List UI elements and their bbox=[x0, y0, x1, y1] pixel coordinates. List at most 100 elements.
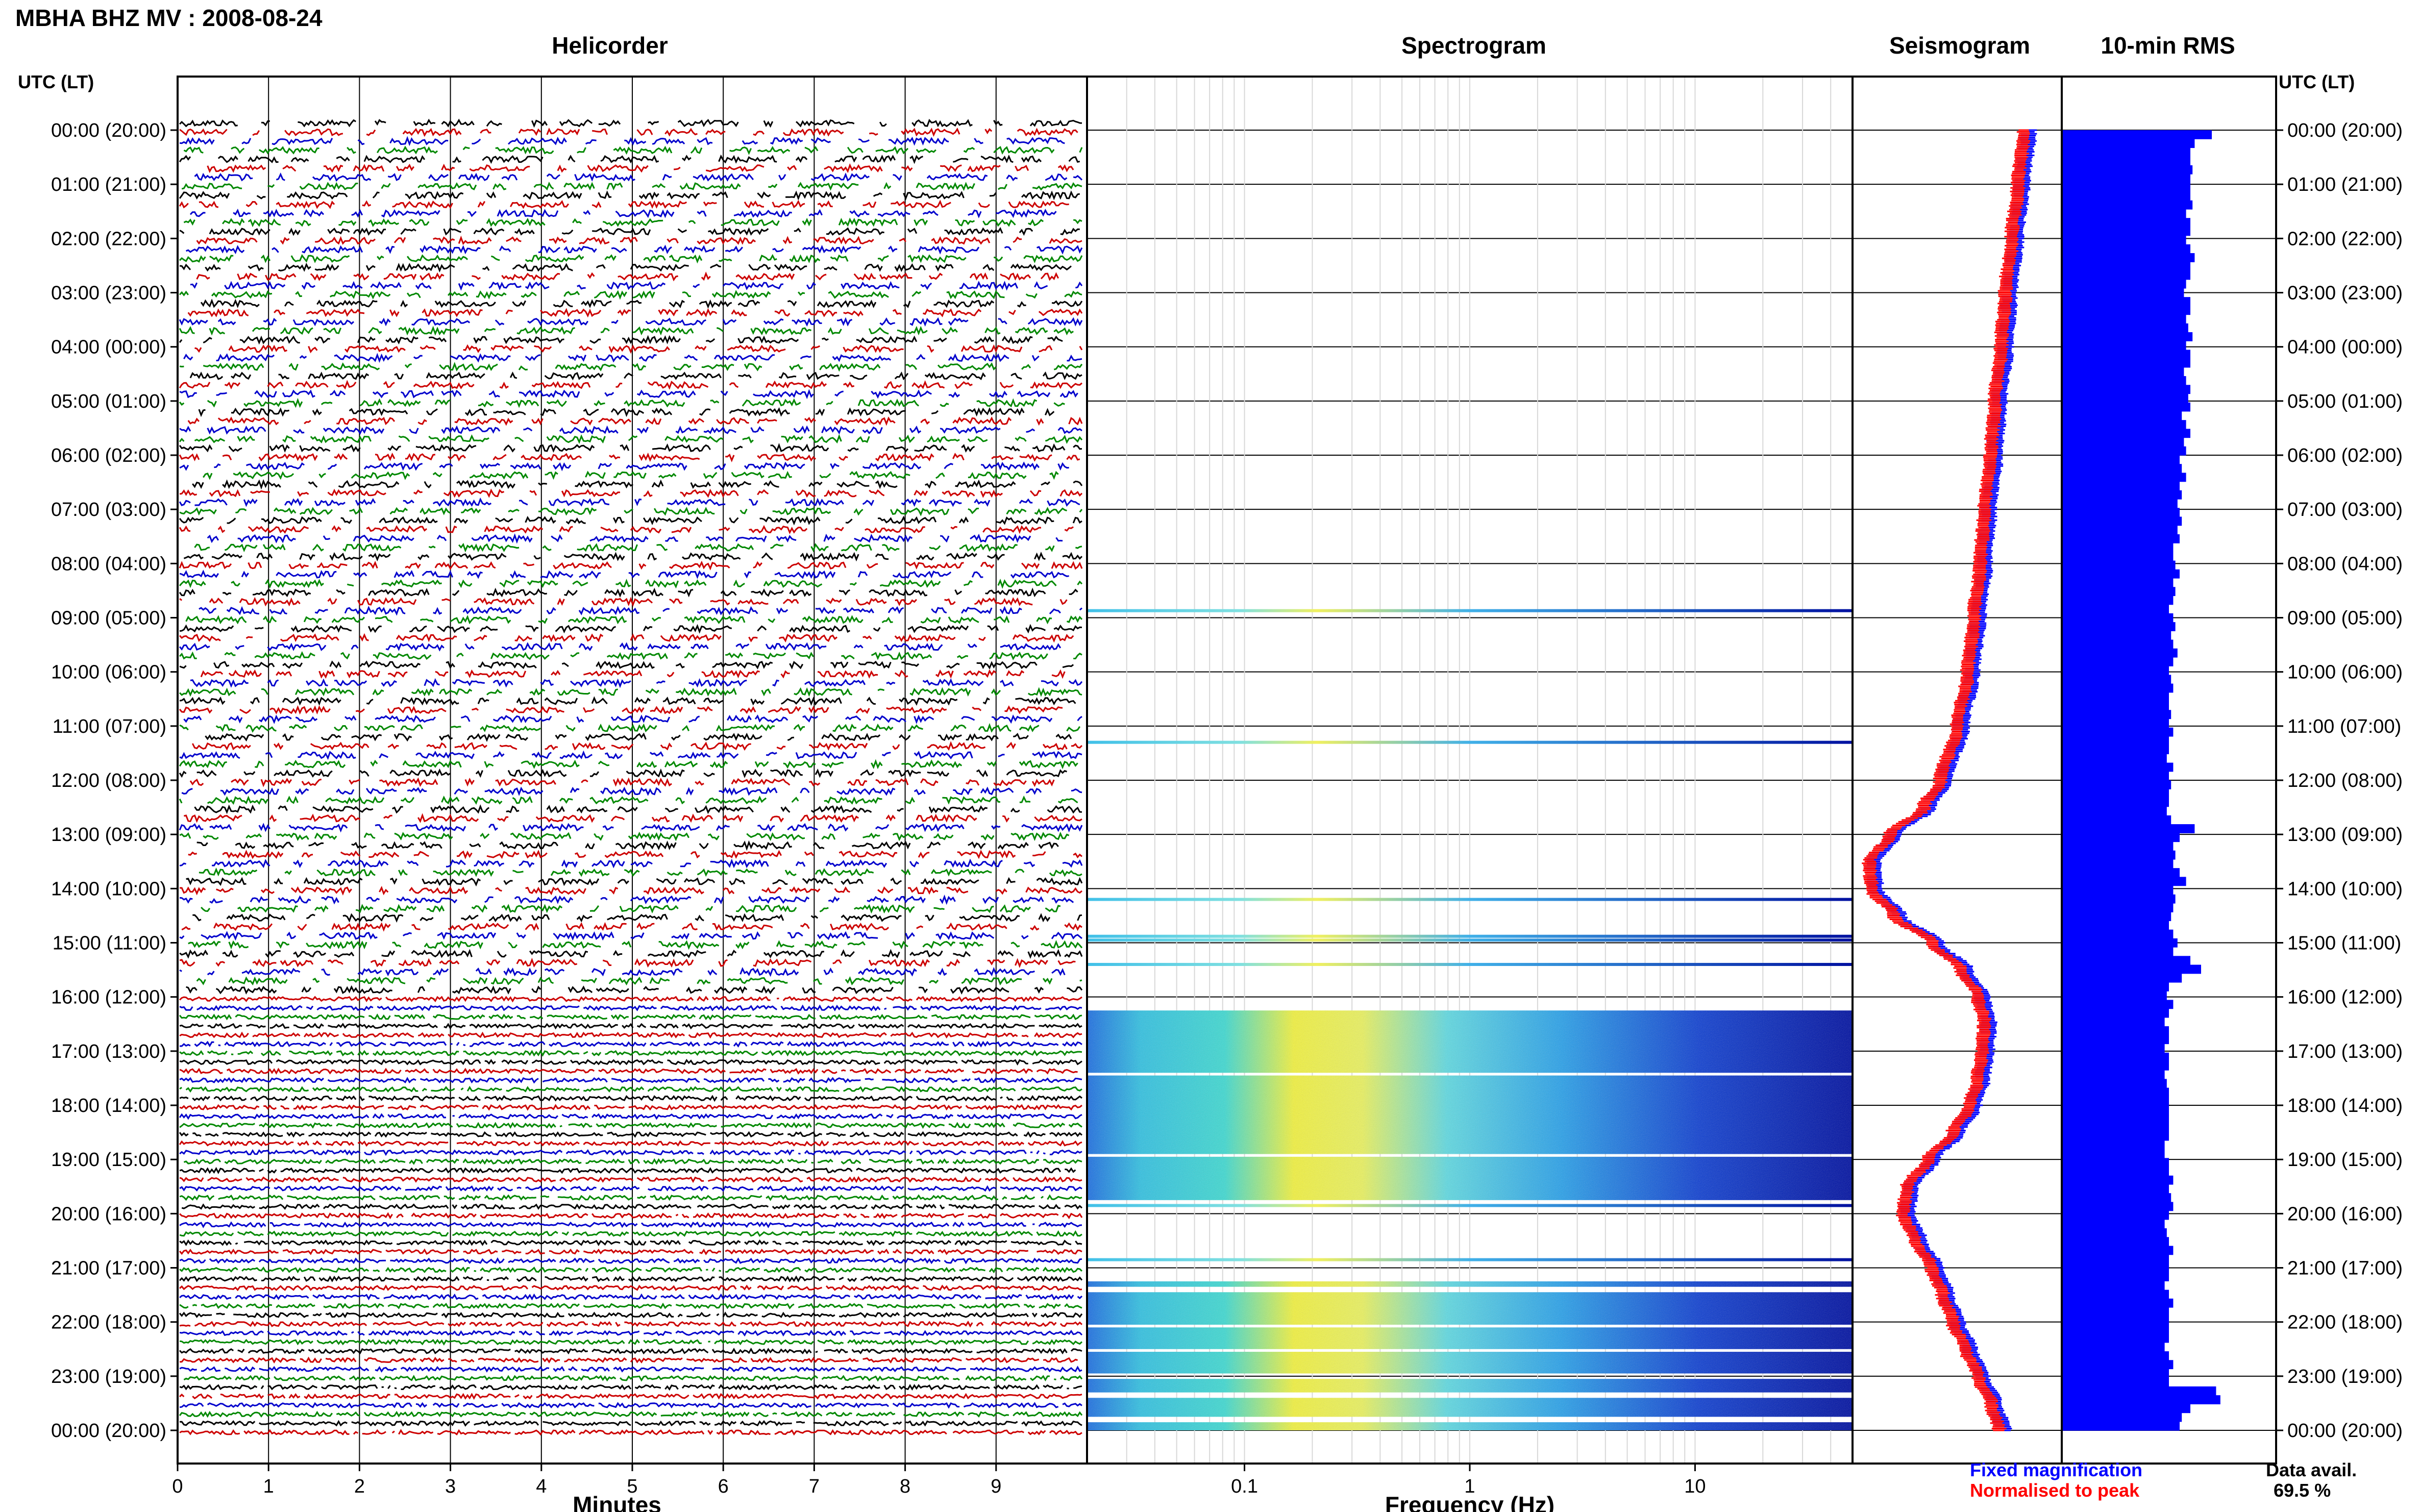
rms-bar bbox=[2062, 1114, 2169, 1124]
rms-bar bbox=[2062, 227, 2190, 236]
rms-bar bbox=[2062, 1298, 2174, 1308]
data-availability-label: Data avail. bbox=[2266, 1459, 2357, 1480]
helicorder-trace bbox=[179, 931, 1082, 941]
rms-bar bbox=[2062, 1281, 2165, 1291]
helicorder-trace bbox=[187, 416, 1083, 426]
helicorder-trace bbox=[179, 642, 1062, 652]
minute-tick-label: 0 bbox=[172, 1476, 183, 1497]
helicorder-trace bbox=[179, 795, 1078, 805]
rms-bar bbox=[2062, 1246, 2174, 1255]
helicorder-trace bbox=[179, 1058, 1082, 1066]
rms-bar bbox=[2062, 1290, 2169, 1299]
rms-bar bbox=[2062, 1158, 2169, 1168]
helicorder-trace bbox=[179, 1004, 1082, 1011]
rms-bar bbox=[2062, 560, 2176, 570]
rms-bar bbox=[2062, 130, 2212, 139]
rms-bar bbox=[2062, 1087, 2169, 1097]
hour-label-right: 01:00 (21:00) bbox=[2287, 174, 2403, 195]
rms-bar bbox=[2062, 604, 2169, 614]
rms-bar bbox=[2062, 1210, 2169, 1220]
rms-bar bbox=[2062, 1026, 2169, 1035]
helicorder-trace bbox=[179, 823, 1083, 833]
helicorder-trace bbox=[179, 362, 1083, 372]
spectrogram-band-texture bbox=[1087, 1398, 1853, 1417]
helicorder-trace bbox=[200, 299, 1083, 309]
rms-bar bbox=[2062, 174, 2190, 183]
helicorder-trace bbox=[179, 398, 1065, 408]
hour-label-left: 17:00 (13:00) bbox=[51, 1041, 166, 1062]
rms-bar bbox=[2062, 947, 2174, 956]
rms-bar bbox=[2062, 191, 2190, 201]
helicorder-trace bbox=[179, 507, 1083, 516]
rms-bar bbox=[2062, 1228, 2167, 1237]
helicorder-trace bbox=[179, 335, 1063, 345]
rms-bar bbox=[2062, 868, 2180, 877]
rms-bar bbox=[2062, 314, 2186, 324]
rms-bar bbox=[2062, 1193, 2171, 1202]
spectrogram-thin-band bbox=[1087, 740, 1853, 744]
helicorder-trace bbox=[183, 552, 1083, 562]
rms-bar bbox=[2062, 877, 2186, 886]
rms-bar bbox=[2062, 718, 2169, 728]
helicorder-trace bbox=[179, 1049, 1082, 1057]
helicorder-trace bbox=[194, 172, 1083, 182]
helicorder-trace bbox=[179, 1113, 1082, 1120]
hour-label-left: 08:00 (04:00) bbox=[51, 553, 166, 575]
helicorder-trace bbox=[183, 217, 1082, 228]
hour-label-left: 03:00 (23:00) bbox=[51, 283, 166, 304]
helicorder-trace bbox=[179, 425, 1082, 435]
helicorder-trace bbox=[179, 461, 1069, 472]
helicorder-trace bbox=[179, 1302, 1082, 1309]
helicorder-trace bbox=[179, 389, 1078, 400]
rms-bar bbox=[2062, 1219, 2165, 1229]
helicorder-trace bbox=[186, 244, 1083, 255]
spectrogram-band-texture bbox=[1087, 1156, 1853, 1200]
hour-label-right: 05:00 (01:00) bbox=[2287, 391, 2403, 412]
rms-bar bbox=[2062, 921, 2169, 930]
helicorder-trace bbox=[179, 1311, 1083, 1319]
rms-bar bbox=[2062, 209, 2186, 218]
spectrogram-thin-band bbox=[1087, 962, 1853, 966]
hour-label-right: 11:00 (07:00) bbox=[2287, 716, 2401, 737]
rms-bar bbox=[2062, 964, 2201, 974]
rms-bar bbox=[2062, 762, 2174, 772]
minute-tick-label: 6 bbox=[718, 1476, 729, 1497]
helicorder-trace bbox=[199, 867, 1082, 877]
rms-bar bbox=[2062, 929, 2174, 939]
rms-bar bbox=[2062, 1412, 2182, 1422]
rms-bar bbox=[2062, 1342, 2165, 1352]
helicorder-trace bbox=[179, 262, 1072, 273]
rms-bar bbox=[2062, 147, 2190, 157]
hour-label-left: 12:00 (08:00) bbox=[51, 770, 166, 791]
rms-bar bbox=[2062, 1061, 2169, 1071]
helicorder-trace bbox=[185, 615, 1083, 625]
helicorder-trace bbox=[180, 1169, 1082, 1173]
rms-bar bbox=[2062, 1272, 2169, 1281]
rms-bar bbox=[2062, 473, 2186, 482]
rms-bar bbox=[2062, 490, 2182, 500]
hour-label-right: 00:00 (20:00) bbox=[2287, 120, 2403, 141]
helicorder-trace bbox=[183, 1375, 1083, 1382]
helicorder-trace bbox=[179, 380, 1082, 390]
helicorder-trace bbox=[179, 597, 1068, 607]
helicorder-trace bbox=[190, 281, 1083, 291]
helicorder-trace bbox=[207, 533, 1063, 544]
helicorder-trace bbox=[196, 235, 1082, 245]
rms-bar bbox=[2062, 332, 2193, 341]
helicorder-trace bbox=[179, 1420, 1082, 1427]
hour-label-right: 19:00 (15:00) bbox=[2287, 1149, 2403, 1171]
rms-bar bbox=[2062, 218, 2190, 227]
helicorder-trace bbox=[180, 885, 1082, 896]
hour-label-left: 02:00 (22:00) bbox=[51, 228, 166, 250]
rms-bar bbox=[2062, 1167, 2169, 1176]
helicorder-trace bbox=[179, 1131, 1082, 1138]
seismogram-frame bbox=[1852, 76, 2063, 1465]
rms-bar bbox=[2062, 596, 2174, 605]
helicorder-trace bbox=[179, 1384, 1082, 1391]
rms-bar bbox=[2062, 306, 2190, 315]
rms-bar bbox=[2062, 1017, 2165, 1027]
helicorder-trace bbox=[179, 1339, 1083, 1346]
rms-bar bbox=[2062, 350, 2190, 359]
hour-label-left: 14:00 (10:00) bbox=[51, 878, 166, 900]
spectrogram-thin-band bbox=[1087, 934, 1853, 938]
